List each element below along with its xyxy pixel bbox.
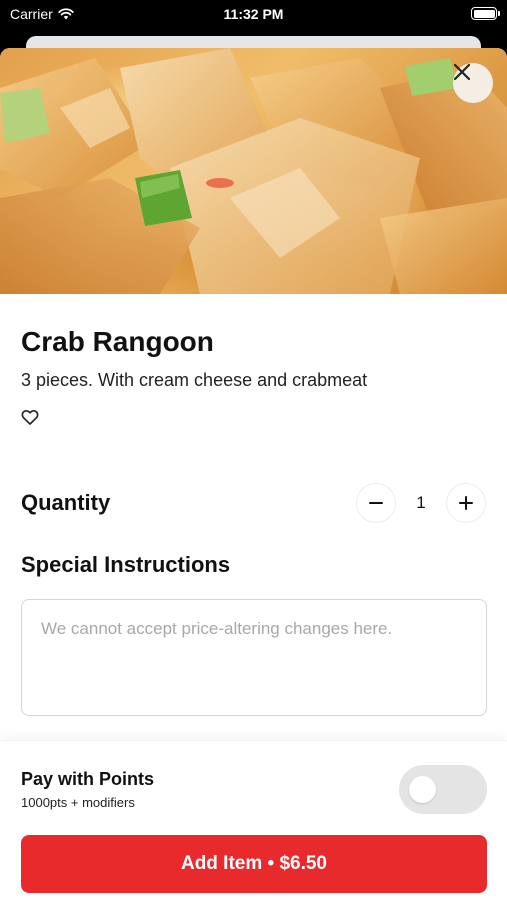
pay-with-points-toggle[interactable] [399, 765, 487, 814]
plus-icon [459, 496, 473, 510]
close-icon [453, 63, 471, 81]
add-item-button[interactable]: Add Item • $6.50 [21, 835, 487, 893]
minus-icon [369, 502, 383, 504]
pay-with-points-subtitle: 1000pts + modifiers [21, 795, 135, 810]
status-bar: Carrier 11:32 PM [0, 0, 507, 30]
quantity-increment-button[interactable] [446, 483, 486, 523]
battery-icon [471, 7, 500, 20]
item-photo [0, 48, 507, 294]
checkout-footer: Pay with Points 1000pts + modifiers Add … [0, 740, 507, 900]
special-instructions-input[interactable] [21, 599, 487, 716]
status-time: 11:32 PM [223, 6, 284, 22]
quantity-decrement-button[interactable] [356, 483, 396, 523]
special-instructions-label: Special Instructions [21, 552, 231, 577]
quantity-value: 1 [416, 493, 426, 512]
toggle-knob [409, 776, 436, 803]
footer-divider [0, 740, 507, 741]
item-description: 3 pieces. With cream cheese and crabmeat [21, 370, 368, 390]
item-title: Crab Rangoon [21, 326, 214, 357]
pay-with-points-title: Pay with Points [21, 769, 155, 789]
crab-rangoon-photo [0, 48, 507, 294]
close-button[interactable] [453, 63, 493, 103]
heart-outline-icon [21, 410, 39, 425]
favorite-button[interactable] [20, 407, 42, 429]
item-detail-sheet: Crab Rangoon 3 pieces. With cream cheese… [0, 48, 507, 900]
quantity-label: Quantity [21, 490, 111, 515]
